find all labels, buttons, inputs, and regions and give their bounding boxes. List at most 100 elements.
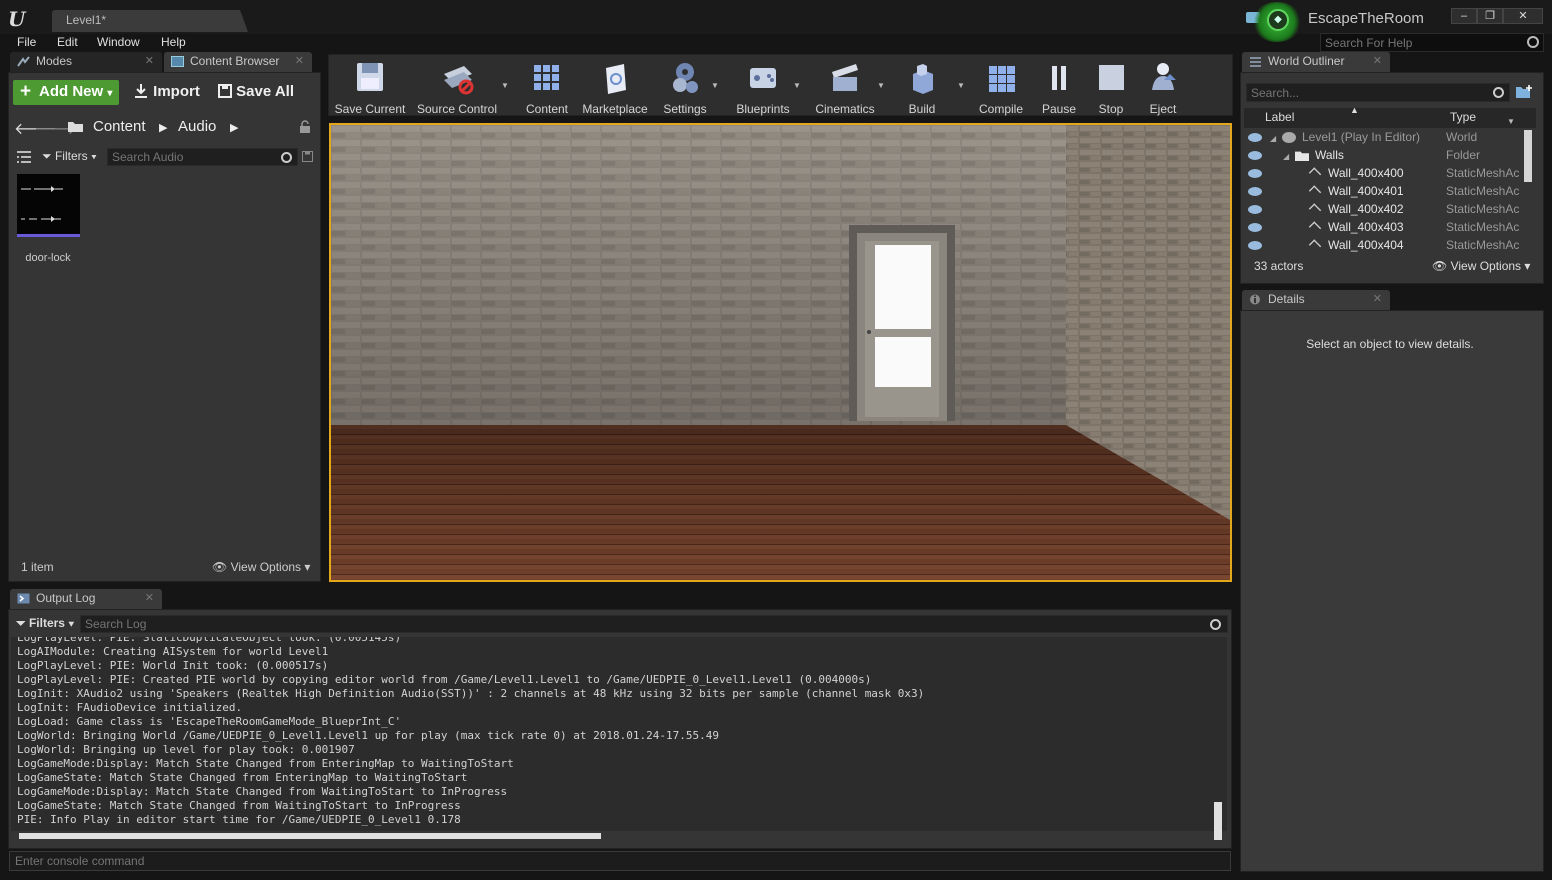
asset-thumbnail-door-lock[interactable] [17, 174, 80, 237]
visibility-eye-icon[interactable] [1248, 151, 1262, 160]
breadcrumb-content[interactable]: Content [93, 118, 146, 135]
save-icon [357, 63, 383, 91]
sort-ascending-icon[interactable]: ▲ [1350, 105, 1359, 115]
chevron-down-icon[interactable]: ▼ [1507, 117, 1515, 126]
close-tab-icon[interactable]: ✕ [295, 52, 304, 71]
project-shield-icon[interactable]: ◆ [1267, 9, 1289, 31]
menu-file[interactable]: File [17, 35, 36, 49]
outliner-search-input[interactable] [1247, 84, 1487, 101]
stop-label: Stop [1098, 102, 1124, 116]
expand-arrow-icon[interactable]: ◢ [1283, 148, 1289, 165]
log-filters-button[interactable]: ⏷ Filters ▾ [16, 616, 74, 631]
close-tab-icon[interactable]: ✕ [1373, 290, 1382, 309]
marketplace-button[interactable]: Marketplace [579, 57, 651, 116]
eject-button[interactable]: Eject [1139, 57, 1187, 116]
save-all-button[interactable]: Save All [218, 82, 294, 102]
import-button[interactable]: Import [133, 82, 200, 102]
console-command-input[interactable] [10, 852, 1210, 870]
lock-icon[interactable] [299, 120, 311, 134]
outliner-row[interactable]: ◢ Walls Folder [1244, 147, 1522, 165]
asset-search-box[interactable] [107, 148, 298, 166]
breadcrumb-separator-icon[interactable]: ▶ [230, 121, 238, 134]
stop-icon [1099, 65, 1124, 90]
marketplace-icon [606, 64, 626, 94]
compile-button[interactable]: Compile [975, 57, 1027, 116]
tab-modes[interactable]: Modes ✕ [10, 52, 162, 72]
filters-button[interactable]: ⏷ Filters ▾ [42, 149, 97, 164]
visibility-eye-icon[interactable] [1248, 241, 1262, 250]
visibility-eye-icon[interactable] [1248, 133, 1262, 142]
close-tab-icon[interactable]: ✕ [1373, 52, 1382, 71]
outliner-row[interactable]: ◢ Level1 (Play In Editor) World [1244, 129, 1522, 147]
outliner-row[interactable]: Wall_400x403 StaticMeshAc [1244, 219, 1522, 237]
tab-content-browser[interactable]: Content Browser ✕ [164, 52, 312, 72]
blueprints-button[interactable]: Blueprints [729, 57, 797, 116]
visibility-eye-icon[interactable] [1248, 169, 1262, 178]
log-search-input[interactable] [81, 616, 1181, 632]
visibility-eye-icon[interactable] [1248, 223, 1262, 232]
column-type[interactable]: Type [1450, 110, 1476, 124]
build-button[interactable]: Build [897, 57, 947, 116]
add-folder-icon[interactable] [1515, 84, 1533, 100]
expand-arrow-icon[interactable]: ◢ [1270, 130, 1276, 147]
help-search-input[interactable] [1321, 34, 1521, 51]
add-new-button[interactable]: Add New ▾ [13, 80, 119, 105]
close-tab-icon[interactable]: ✕ [145, 52, 154, 71]
details-empty-message: Select an object to view details. [1306, 337, 1474, 351]
outliner-row-type: StaticMeshAc [1446, 184, 1520, 198]
outliner-scrollbar[interactable] [1524, 130, 1532, 182]
log-text-area[interactable]: LogPlayLevel: PIE: StaticDuplicateObject… [11, 637, 1227, 831]
chevron-down-icon[interactable]: ▼ [877, 81, 885, 90]
visibility-eye-icon[interactable] [1248, 187, 1262, 196]
tab-details[interactable]: Details ✕ [1242, 290, 1390, 310]
pause-button[interactable]: Pause [1035, 57, 1083, 116]
eject-label: Eject [1149, 102, 1177, 116]
outliner-row[interactable]: Wall_400x402 StaticMeshAc [1244, 201, 1522, 219]
settings-button[interactable]: Settings [655, 57, 715, 116]
tab-output-log[interactable]: Output Log ✕ [10, 589, 162, 609]
asset-name[interactable]: door-lock [12, 252, 84, 264]
tab-world-outliner[interactable]: World Outliner ✕ [1242, 52, 1390, 72]
content-button[interactable]: Content [519, 57, 575, 116]
level-viewport[interactable] [329, 123, 1232, 582]
source-control-button[interactable]: Source Control [413, 57, 501, 116]
chevron-down-icon[interactable]: ▼ [501, 81, 509, 90]
console-command-box[interactable] [9, 851, 1231, 871]
menu-window[interactable]: Window [97, 35, 140, 49]
log-search-box[interactable] [80, 615, 1228, 633]
folder-icon [1295, 151, 1309, 161]
cinematics-button[interactable]: Cinematics [811, 57, 879, 116]
stop-button[interactable]: Stop [1087, 57, 1135, 116]
asset-search-input[interactable] [108, 149, 278, 165]
close-tab-icon[interactable]: ✕ [145, 589, 154, 608]
minimize-button[interactable]: – [1451, 8, 1477, 24]
column-label[interactable]: Label [1265, 110, 1294, 124]
actor-count: 33 actors [1254, 259, 1304, 273]
help-search-box[interactable] [1320, 33, 1544, 52]
view-options-button[interactable]: 👁 View Options ▾ [212, 560, 310, 574]
close-window-button[interactable]: ✕ [1503, 8, 1543, 24]
outliner-view-options-button[interactable]: 👁 View Options ▾ [1432, 259, 1530, 273]
log-vertical-scrollbar[interactable] [1214, 802, 1222, 840]
breadcrumb-audio[interactable]: Audio [178, 118, 216, 135]
menu-edit[interactable]: Edit [57, 35, 78, 49]
save-current-label: Save Current [334, 102, 406, 116]
outliner-row[interactable]: Wall_400x401 StaticMeshAc [1244, 183, 1522, 201]
level-tab[interactable]: Level1* [52, 10, 248, 32]
save-search-icon[interactable] [302, 151, 313, 162]
tab-details-label: Details [1268, 292, 1305, 306]
outliner-row[interactable]: Wall_400x404 StaticMeshAc [1244, 237, 1522, 255]
chevron-down-icon[interactable]: ▼ [711, 81, 719, 90]
outliner-row[interactable]: Wall_400x400 StaticMeshAc [1244, 165, 1522, 183]
log-horizontal-scrollbar[interactable] [19, 833, 601, 839]
maximize-button[interactable]: ❐ [1477, 8, 1503, 24]
visibility-eye-icon[interactable] [1248, 205, 1262, 214]
chevron-down-icon[interactable]: ▼ [957, 81, 965, 90]
breadcrumb-separator-icon[interactable]: ▶ [159, 121, 167, 134]
chevron-down-icon: ▾ [107, 88, 113, 99]
chevron-down-icon[interactable]: ▼ [793, 81, 801, 90]
save-current-button[interactable]: Save Current [331, 57, 409, 116]
menu-help[interactable]: Help [161, 35, 186, 49]
sources-panel-icon[interactable] [16, 150, 32, 164]
outliner-search-box[interactable] [1246, 83, 1510, 102]
